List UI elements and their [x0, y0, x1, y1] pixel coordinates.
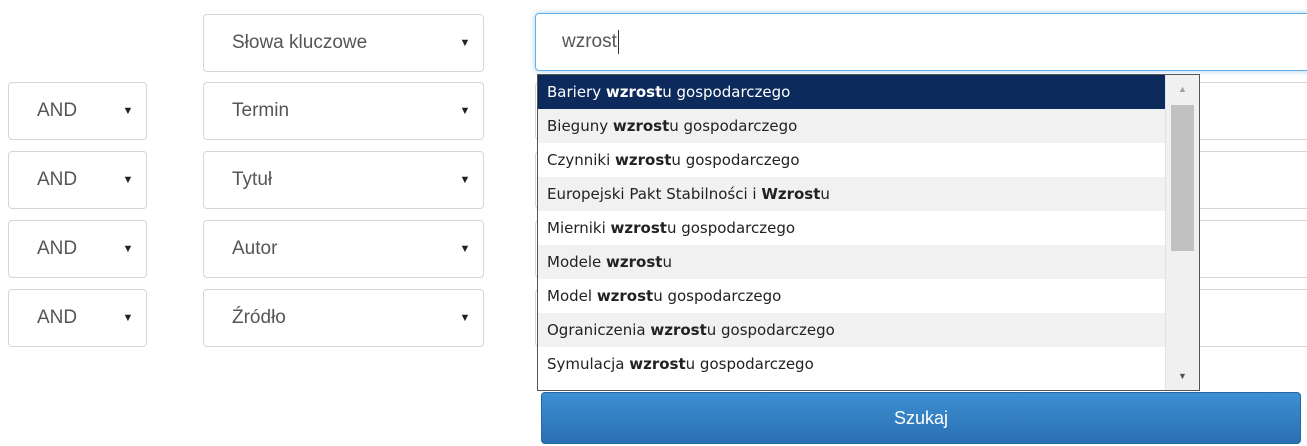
scroll-down-arrow-icon[interactable]: ▼ — [1166, 366, 1199, 386]
operator-select[interactable]: AND ▼ — [8, 220, 147, 278]
suggestion-text-before: Europejski Pakt Stabilności i — [547, 185, 762, 203]
dropdown-arrow-icon: ▼ — [459, 37, 471, 49]
dropdown-arrow-icon: ▼ — [459, 174, 471, 186]
field-select[interactable]: Termin ▼ — [203, 82, 484, 140]
suggestion-item[interactable]: Ograniczenia wzrostu gospodarczego — [538, 313, 1165, 347]
autocomplete-dropdown: Bariery wzrostu gospodarczego Bieguny wzr… — [537, 74, 1200, 391]
dropdown-arrow-icon: ▼ — [122, 243, 134, 255]
suggestion-match-highlight: wzrost — [615, 151, 672, 169]
field-select-keywords[interactable]: Słowa kluczowe ▼ — [203, 14, 484, 72]
dropdown-arrow-icon: ▼ — [122, 174, 134, 186]
suggestion-text-after: u gospodarczego — [653, 287, 782, 305]
suggestion-text-after: u gospodarczego — [669, 117, 798, 135]
operator-select-label: AND — [37, 307, 78, 328]
suggestion-text-before: Ograniczenia — [547, 321, 651, 339]
suggestion-list: Bariery wzrostu gospodarczego Bieguny wzr… — [538, 75, 1165, 381]
suggestion-item[interactable]: Bariery wzrostu gospodarczego — [538, 75, 1165, 109]
scrollbar-thumb[interactable] — [1171, 105, 1194, 251]
field-select[interactable]: Źródło ▼ — [203, 289, 484, 347]
suggestion-item[interactable]: Czynniki wzrostu gospodarczego — [538, 143, 1165, 177]
suggestion-match-highlight: wzrost — [596, 287, 654, 305]
suggestion-item[interactable]: Model wzrostu gospodarczego — [538, 279, 1165, 313]
suggestion-item[interactable]: Symulacja wzrostu gospodarczego — [538, 347, 1165, 381]
suggestion-item[interactable]: Europejski Pakt Stabilności i Wzrostu — [538, 177, 1165, 211]
field-select[interactable]: Tytuł ▼ — [203, 151, 484, 209]
operator-select[interactable]: AND ▼ — [8, 82, 147, 140]
operator-select-label: AND — [37, 100, 78, 121]
suggestion-text-after: u gospodarczego — [666, 219, 796, 237]
suggestion-text-before: Symulacja — [547, 355, 630, 373]
dropdown-arrow-icon: ▼ — [459, 105, 471, 117]
advanced-search-form: Słowa kluczowe ▼ wzrost AND ▼ Termin ▼ AND ▼ T… — [0, 0, 1307, 446]
dropdown-arrow-icon: ▼ — [459, 243, 471, 255]
field-select-label: Autor — [232, 238, 278, 259]
search-input-value: wzrost — [562, 31, 617, 52]
suggestion-text-before: Model — [547, 287, 597, 305]
search-button[interactable]: Szukaj — [541, 392, 1301, 444]
suggestion-text-before: Bariery — [547, 83, 606, 101]
suggestion-item[interactable]: Modele wzrostu — [538, 245, 1165, 279]
dropdown-arrow-icon: ▼ — [122, 312, 134, 324]
dropdown-arrow-icon: ▼ — [122, 105, 134, 117]
suggestion-text-before: Czynniki — [547, 151, 616, 169]
suggestion-text-after: u gospodarczego — [671, 151, 800, 169]
suggestion-text-after: u — [662, 253, 672, 271]
field-select-label: Słowa kluczowe — [232, 32, 368, 53]
operator-select[interactable]: AND ▼ — [8, 151, 147, 209]
operator-select[interactable]: AND ▼ — [8, 289, 147, 347]
field-select-label: Tytuł — [232, 169, 273, 190]
field-select-label: Źródło — [232, 307, 286, 328]
suggestion-match-highlight: wzrost — [612, 117, 670, 135]
suggestion-match-highlight: wzrost — [610, 219, 667, 237]
suggestion-match-highlight: wzrost — [606, 253, 663, 271]
suggestion-text-before: Mierniki — [547, 219, 611, 237]
suggestion-text-after: u — [820, 185, 830, 203]
operator-select-label: AND — [37, 238, 78, 259]
dropdown-scrollbar[interactable]: ▲ ▼ — [1165, 75, 1199, 390]
suggestion-text-after: u gospodarczego — [685, 355, 814, 373]
suggestion-item[interactable]: Bieguny wzrostu gospodarczego — [538, 109, 1165, 143]
suggestion-text-before: Modele — [547, 253, 607, 271]
suggestion-item[interactable]: Mierniki wzrostu gospodarczego — [538, 211, 1165, 245]
suggestion-match-highlight: wzrost — [650, 321, 707, 339]
search-input[interactable]: wzrost — [535, 13, 1307, 71]
suggestion-text-after: u gospodarczego — [662, 83, 791, 101]
text-caret — [617, 30, 619, 54]
operator-select-label: AND — [37, 169, 78, 190]
suggestion-text-after: u gospodarczego — [706, 321, 835, 339]
suggestion-match-highlight: wzrost — [605, 83, 663, 101]
dropdown-arrow-icon: ▼ — [459, 312, 471, 324]
suggestion-match-highlight: Wzrost — [761, 185, 821, 203]
suggestion-match-highlight: wzrost — [629, 355, 686, 373]
scroll-up-arrow-icon[interactable]: ▲ — [1166, 79, 1199, 99]
field-select[interactable]: Autor ▼ — [203, 220, 484, 278]
suggestion-text-before: Bieguny — [547, 117, 613, 135]
field-select-label: Termin — [232, 100, 290, 121]
